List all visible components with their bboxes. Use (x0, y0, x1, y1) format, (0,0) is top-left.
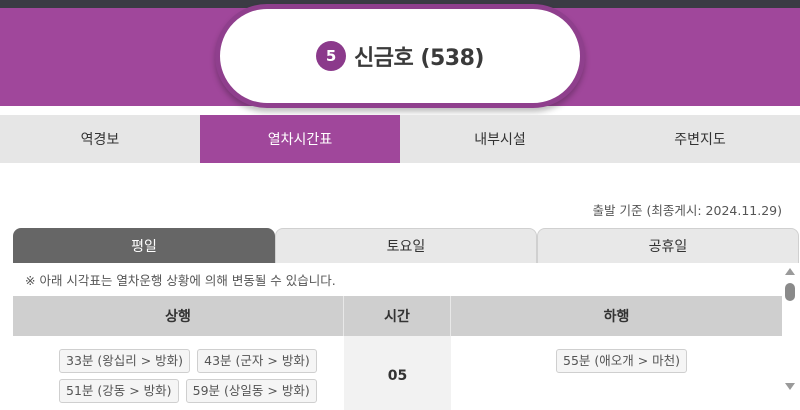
timetable-scrollbar[interactable] (783, 265, 797, 393)
table-row: 33분 (왕십리 > 방화) 43분 (군자 > 방화) 51분 (강동 > 방… (13, 336, 782, 410)
train-chip: 59분 (상일동 > 방화) (185, 379, 317, 403)
tab-holiday[interactable]: 공휴일 (537, 228, 799, 263)
train-chip: 51분 (강동 > 방화) (59, 379, 179, 403)
tab-facilities[interactable]: 내부시설 (400, 115, 600, 163)
train-chip: 55분 (애오개 > 마천) (556, 349, 688, 373)
tab-saturday[interactable]: 토요일 (275, 228, 537, 263)
timetable-basis-text: 출발 기준 (최종게시: 2024.11.29) (592, 203, 782, 218)
tab-area-map[interactable]: 주변지도 (600, 115, 800, 163)
scrollbar-thumb[interactable] (785, 283, 795, 301)
scroll-down-arrow-icon[interactable] (785, 383, 795, 390)
hour-cell: 05 (344, 336, 451, 410)
down-trains-cell: 55분 (애오개 > 마천) (451, 336, 782, 410)
station-title-pill: 5 신금호 (538) (215, 4, 585, 108)
header-hour: 시간 (344, 296, 451, 336)
timetable-header: 상행 시간 하행 (13, 296, 782, 336)
train-chip: 43분 (군자 > 방화) (197, 349, 317, 373)
header-down: 하행 (603, 309, 630, 325)
header-up: 상행 (13, 296, 344, 336)
train-chip: 33분 (왕십리 > 방화) (59, 349, 191, 373)
line-number-badge: 5 (316, 41, 347, 71)
main-tabs: 역경보 열차시간표 내부시설 주변지도 (0, 115, 800, 163)
day-tabs: 평일 토요일 공휴일 (13, 228, 799, 263)
scroll-up-arrow-icon[interactable] (785, 268, 795, 275)
tab-station-info[interactable]: 역경보 (0, 115, 200, 163)
up-trains-cell: 33분 (왕십리 > 방화) 43분 (군자 > 방화) 51분 (강동 > 방… (13, 336, 344, 410)
station-title: 신금호 (538) (354, 46, 484, 71)
tab-timetable[interactable]: 열차시간표 (200, 115, 400, 163)
tab-weekday[interactable]: 평일 (13, 228, 275, 263)
timetable-notice: ※ 아래 시각표는 열차운행 상황에 의해 변동될 수 있습니다. (25, 273, 336, 288)
